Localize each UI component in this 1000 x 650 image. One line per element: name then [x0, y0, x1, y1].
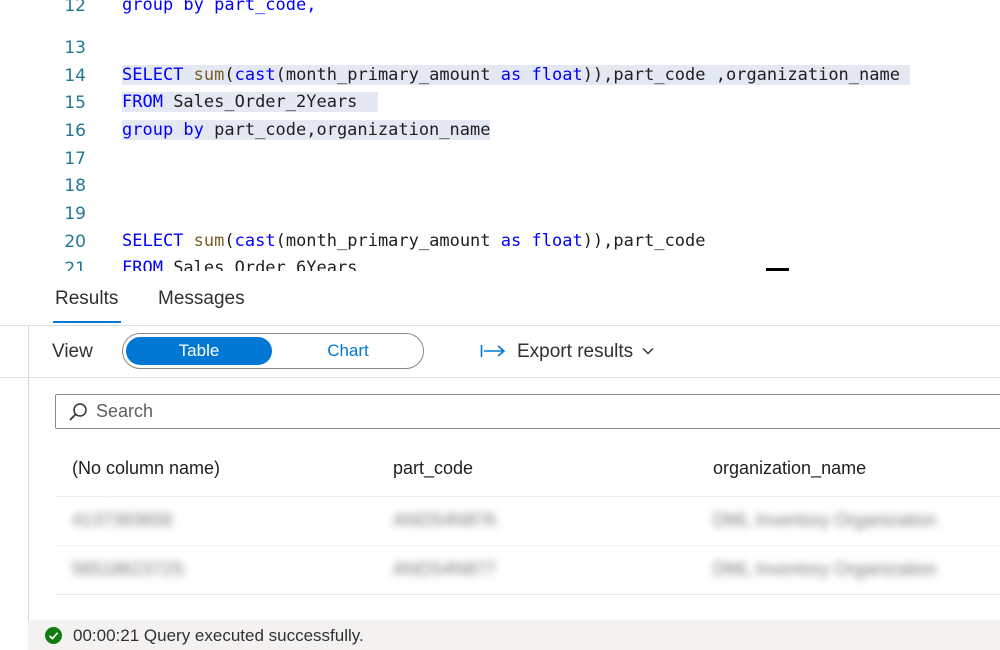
- line-number: 12: [64, 0, 86, 16]
- export-results-label: Export results: [517, 341, 634, 362]
- code-token: SELECT: [122, 231, 184, 251]
- code-token: group by: [122, 120, 204, 140]
- column-header[interactable]: part_code: [393, 458, 473, 479]
- code-token: as: [500, 231, 522, 251]
- line-number: 16: [64, 121, 86, 141]
- code-token: sum: [193, 231, 225, 251]
- results-grid: (No column name) part_code organization_…: [55, 440, 1000, 595]
- code-line[interactable]: 21 FROM Sales_Order_6Years: [0, 255, 1000, 271]
- line-number: 17: [64, 149, 86, 169]
- table-row[interactable]: 5651862372S ANDS4N877 DML Inventory Orga…: [55, 545, 1000, 595]
- grid-header: (No column name) part_code organization_…: [55, 440, 1000, 496]
- tab-results[interactable]: Results: [55, 288, 118, 310]
- code-token: cast: [234, 65, 276, 85]
- code-token: FROM: [122, 92, 163, 112]
- code-token: )),part_code: [582, 231, 706, 251]
- code-text: SELECT sum(cast(month_primary_amount as …: [122, 65, 911, 85]
- search-icon: [69, 403, 87, 421]
- code-token: float: [531, 65, 583, 85]
- query-editor[interactable]: 12 group by part_code, 13 14 SELECT sum(cast…: [0, 0, 1000, 271]
- active-tab-indicator: [53, 321, 121, 323]
- code-token: sum: [193, 65, 225, 85]
- table-row[interactable]: 4137393658 ANDS4N876 DML Inventory Organ…: [55, 496, 1000, 545]
- status-bar: 00:00:21 Query executed successfully.: [28, 620, 1000, 650]
- line-number: 18: [64, 176, 86, 196]
- code-text: SELECT sum(cast(month_primary_amount as …: [122, 231, 706, 251]
- code-token: as: [500, 65, 522, 85]
- code-line[interactable]: 13: [0, 34, 1000, 61]
- search-input[interactable]: [96, 395, 976, 428]
- code-token: FROM: [122, 258, 163, 271]
- line-number: 21: [64, 259, 86, 271]
- table-cell[interactable]: DML Inventory Organization: [713, 559, 936, 580]
- code-line[interactable]: 17: [0, 145, 1000, 172]
- code-line[interactable]: 12 group by part_code,: [0, 0, 1000, 19]
- view-toggle: Table Chart: [122, 333, 424, 369]
- code-text: FROM Sales_Order_2Years: [122, 92, 378, 112]
- view-chart-option[interactable]: Chart: [273, 334, 423, 368]
- code-line[interactable]: 15 FROM Sales_Order_2Years: [0, 89, 1000, 116]
- code-token: cast: [234, 231, 276, 251]
- code-line[interactable]: 14 SELECT sum(cast(month_primary_amount a…: [0, 62, 1000, 89]
- code-line[interactable]: 18: [0, 172, 1000, 199]
- code-token: (: [224, 231, 235, 251]
- line-number: 13: [64, 38, 86, 58]
- line-number: 20: [64, 232, 86, 252]
- code-token: Sales_Order_6Years: [162, 258, 358, 271]
- view-table-option[interactable]: Table: [126, 337, 272, 365]
- code-token: (month_primary_amount: [275, 65, 501, 85]
- chevron-down-icon: [642, 348, 654, 355]
- success-check-icon: [45, 627, 62, 644]
- code-token: )),part_code ,organization_name: [582, 65, 911, 85]
- code-text: FROM Sales_Order_6Years: [122, 258, 357, 271]
- code-token: Sales_Order_2Years: [162, 92, 378, 112]
- table-cell[interactable]: ANDS4N877: [393, 559, 496, 580]
- line-number: 15: [64, 93, 86, 113]
- view-label: View: [52, 341, 93, 362]
- code-token: float: [531, 231, 583, 251]
- line-number: 14: [64, 66, 86, 86]
- code-text: group by part_code,organization_name: [122, 120, 491, 140]
- status-message: 00:00:21 Query executed successfully.: [73, 626, 364, 645]
- code-token: part_code,organization_name: [203, 120, 491, 140]
- column-header[interactable]: (No column name): [72, 458, 220, 479]
- table-cell[interactable]: DML Inventory Organization: [713, 510, 936, 531]
- code-line[interactable]: 20 SELECT sum(cast(month_primary_amount a…: [0, 228, 1000, 255]
- code-token: (month_primary_amount: [275, 231, 501, 251]
- column-header[interactable]: organization_name: [713, 458, 866, 479]
- results-toolbar: View Table Chart Export results: [0, 325, 1000, 378]
- code-token: SELECT: [122, 65, 184, 85]
- export-arrow-icon: [480, 345, 506, 357]
- code-token: (: [224, 65, 235, 85]
- line-number: 19: [64, 204, 86, 224]
- results-tabs: Results Messages: [0, 271, 1000, 326]
- code-line[interactable]: 19: [0, 200, 1000, 227]
- code-token: group by part_code,: [122, 0, 317, 15]
- code-line[interactable]: 16 group by part_code,organization_name: [0, 117, 1000, 144]
- code-text: group by part_code,: [122, 0, 316, 15]
- search-box[interactable]: [55, 394, 1000, 429]
- tab-messages[interactable]: Messages: [158, 288, 245, 310]
- table-cell[interactable]: ANDS4N876: [393, 510, 496, 531]
- table-cell[interactable]: 5651862372S: [72, 559, 184, 580]
- table-cell[interactable]: 4137393658: [72, 510, 172, 531]
- export-results-button[interactable]: Export results: [470, 325, 670, 377]
